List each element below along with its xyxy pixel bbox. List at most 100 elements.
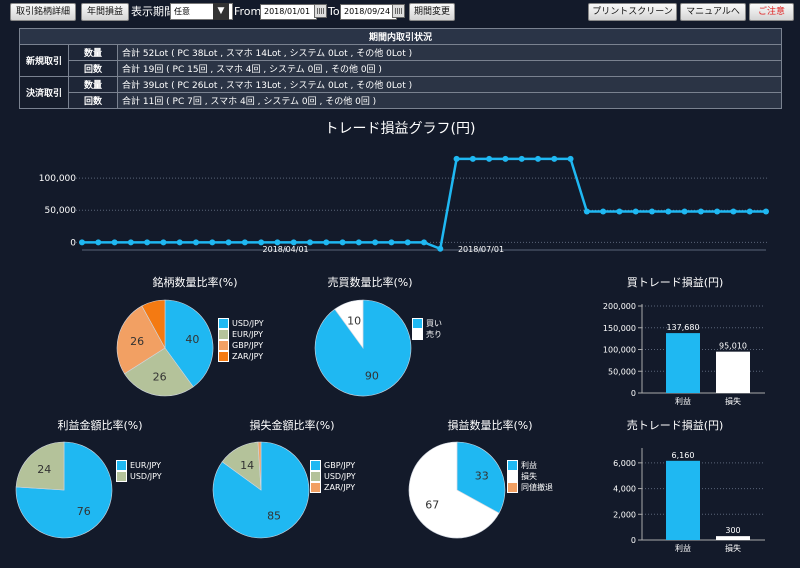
pie-value-label: 24 [37, 463, 51, 476]
legend-label: 買い [426, 319, 442, 328]
line-point [355, 239, 362, 246]
pie-value-label: 85 [267, 510, 281, 523]
legend-entry: 売り [412, 329, 442, 340]
manual-button[interactable]: マニュアルへ [680, 3, 746, 21]
trade-detail-button[interactable]: 取引銘柄詳細 [10, 3, 76, 21]
legend-swatch [116, 471, 127, 482]
line-point [225, 239, 232, 246]
buy-pl-bar-chart: 0 50,000 100,000 150,000 200,000 137,680 利益 95,… [603, 302, 765, 406]
table-row: 回数 合計 19回 ( PC 15回 , スマホ 4回 , システム 0回 , … [20, 60, 782, 77]
legend-entry: USD/JPY [310, 471, 356, 482]
group-new: 新規取引 [19, 44, 69, 77]
line-point [600, 208, 607, 215]
y-tick-label: 4,000 [613, 485, 636, 494]
legend-label: EUR/JPY [232, 330, 264, 339]
legend-label: USD/JPY [324, 472, 356, 481]
line-point [193, 239, 199, 246]
bar1-title: 買トレード損益(円) [626, 276, 724, 289]
row-value: 合計 39Lot ( PC 26Lot , スマホ 13Lot , システム 0… [117, 76, 782, 93]
legend-entry: EUR/JPY [116, 460, 162, 471]
row-label: 回数 [68, 92, 118, 109]
line-point [649, 208, 655, 215]
line-point [746, 208, 753, 215]
pie2-title: 売買数量比率(%) [327, 276, 413, 289]
line-point [144, 239, 151, 246]
row-value: 合計 19回 ( PC 15回 , スマホ 4回 , システム 0回 , その他… [117, 60, 782, 77]
line-point [79, 239, 85, 246]
change-period-button[interactable]: 期間変更 [409, 3, 455, 21]
summary-header: 期間内取引状況 [19, 28, 782, 45]
line-point [437, 245, 444, 252]
legend-entry: 同値撤退 [507, 482, 553, 493]
pie3-title: 利益金額比率(%) [57, 419, 143, 432]
bar [666, 333, 700, 393]
legend-label: 売り [426, 330, 442, 339]
x-tick-label: 損失 [725, 396, 741, 406]
line-point [290, 239, 297, 246]
legend-swatch [218, 340, 229, 351]
line-point [714, 208, 721, 215]
legend-swatch [310, 460, 321, 471]
pie1-title: 銘柄数量比率(%) [152, 276, 238, 289]
legend-label: GBP/JPY [232, 341, 264, 350]
pie-value-label: 67 [425, 499, 439, 512]
pie-value-label: 76 [77, 505, 91, 518]
y-tick-label: 100,000 [603, 346, 636, 355]
calendar-icon[interactable] [392, 4, 405, 18]
row-value: 合計 52Lot ( PC 38Lot , スマホ 14Lot , システム 0… [117, 44, 782, 61]
period-label: 表示期間 [131, 5, 175, 18]
pie-value-label: 90 [365, 369, 379, 382]
group-close: 決済取引 [19, 76, 69, 109]
x-tick-label: 利益 [675, 543, 691, 553]
pie4-legend: GBP/JPY USD/JPY ZAR/JPY [310, 460, 356, 493]
legend-swatch [116, 460, 127, 471]
yearly-pl-button[interactable]: 年間損益 [81, 3, 129, 21]
legend-label: GBP/JPY [324, 461, 356, 470]
bar [716, 536, 750, 540]
legend-label: ZAR/JPY [324, 483, 356, 492]
pie-value-label: 33 [475, 469, 489, 482]
line-point [95, 239, 102, 246]
legend-swatch [310, 482, 321, 493]
legend-label: 利益 [521, 461, 537, 470]
sell-pl-bar-chart: 0 2,000 4,000 6,000 6,160 利益 300 損失 [613, 448, 765, 553]
legend-label: EUR/JPY [130, 461, 162, 470]
calendar-icon[interactable] [314, 4, 327, 18]
line-point [160, 239, 167, 246]
legend-entry: EUR/JPY [218, 329, 264, 340]
line-point [388, 239, 395, 246]
print-screen-button[interactable]: プリントスクリーン [588, 3, 677, 21]
line-point [486, 155, 493, 162]
line-series [82, 157, 766, 251]
legend-entry: ZAR/JPY [218, 351, 264, 362]
line-point [616, 208, 623, 215]
to-label: To [328, 5, 340, 18]
line-point [518, 155, 525, 162]
pie-value-label: 40 [185, 333, 199, 346]
pie2-legend: 買い 売り [412, 318, 442, 340]
legend-swatch [412, 318, 423, 329]
chevron-down-icon[interactable]: ▼ [213, 3, 229, 20]
legend-entry: ZAR/JPY [310, 482, 356, 493]
legend-entry: GBP/JPY [310, 460, 356, 471]
pie-value-label: 14 [240, 459, 254, 472]
line-point [274, 239, 281, 246]
x-tick-label: 2018/04/01 [263, 245, 309, 254]
line-point [632, 208, 639, 215]
caution-button[interactable]: ご注意 [749, 3, 794, 21]
legend-swatch [218, 351, 229, 362]
line-point [469, 155, 476, 162]
y-tick-label: 0 [631, 536, 636, 545]
x-tick-label: 利益 [675, 396, 691, 406]
line-point [339, 239, 346, 246]
line-point [404, 239, 411, 246]
row-label: 回数 [68, 60, 118, 77]
line-point [209, 239, 216, 246]
table-row: 決済取引 数量 合計 39Lot ( PC 26Lot , スマホ 13Lot … [19, 76, 782, 109]
y-tick-label: 0 [631, 389, 636, 398]
from-date-input[interactable]: 2018/01/01 [260, 4, 317, 20]
line-point [535, 155, 541, 162]
buy-sell-pie: 90 10 [314, 299, 412, 397]
to-date-input[interactable]: 2018/09/24 [340, 4, 397, 20]
symbol-qty-pie: 40 26 26 [116, 299, 214, 397]
